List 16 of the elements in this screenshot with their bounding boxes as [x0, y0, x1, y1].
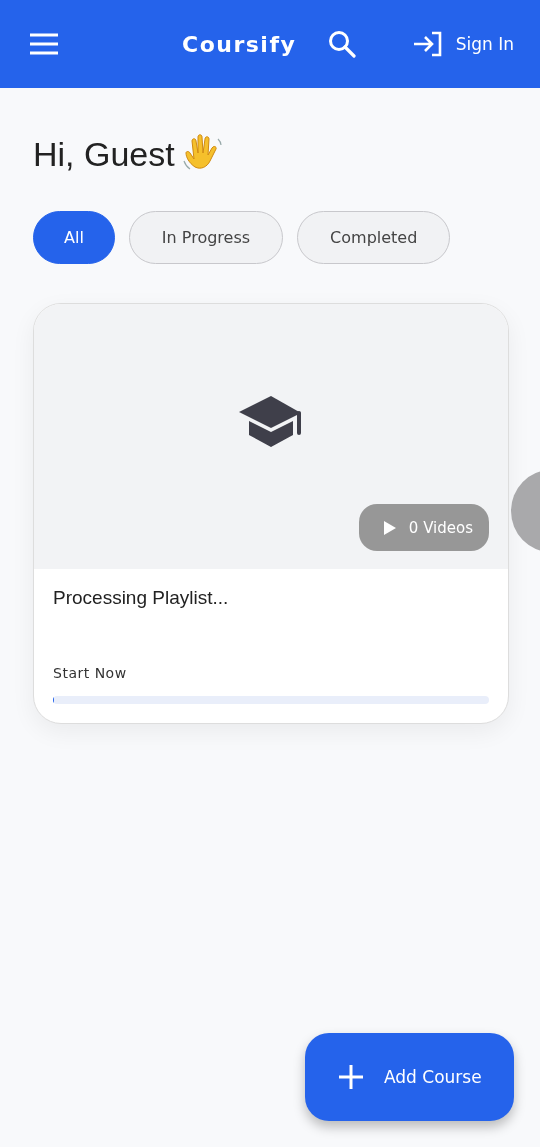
- course-card[interactable]: 0 Videos Processing Playlist... Start Now: [33, 303, 509, 724]
- filter-tab[interactable]: Completed: [297, 211, 451, 264]
- play-icon: [382, 519, 397, 536]
- sign-in-icon: [412, 31, 443, 57]
- plus-icon: [338, 1064, 364, 1090]
- sign-in-button[interactable]: Sign In: [412, 31, 514, 57]
- menu-icon[interactable]: [29, 33, 59, 55]
- greeting: Hi, Guest: [33, 134, 175, 174]
- course-title: Processing Playlist...: [53, 587, 230, 609]
- app-title: Coursify: [182, 31, 297, 57]
- start-label: Start Now: [53, 665, 128, 681]
- filter-tab[interactable]: In Progress: [128, 211, 284, 264]
- search-icon[interactable]: [328, 30, 357, 58]
- filter-tab[interactable]: All: [33, 211, 115, 264]
- add-course-button[interactable]: Add Course: [305, 1033, 514, 1121]
- video-count: 0 Videos: [408, 518, 473, 537]
